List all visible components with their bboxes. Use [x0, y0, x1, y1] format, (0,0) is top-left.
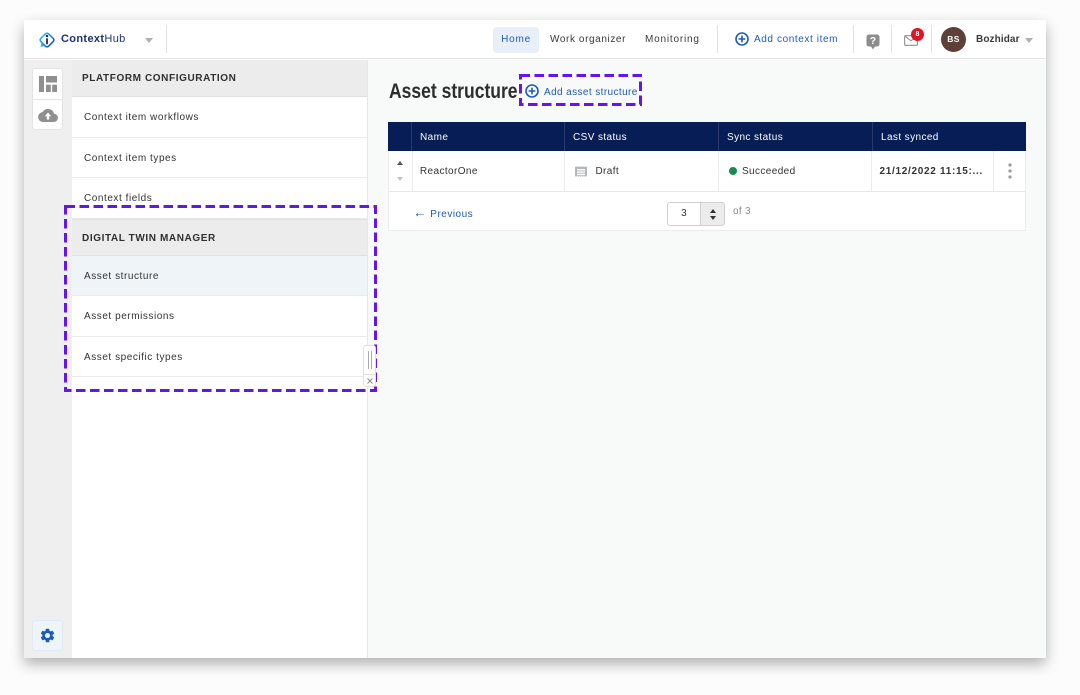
svg-text:?: ? [869, 35, 875, 47]
